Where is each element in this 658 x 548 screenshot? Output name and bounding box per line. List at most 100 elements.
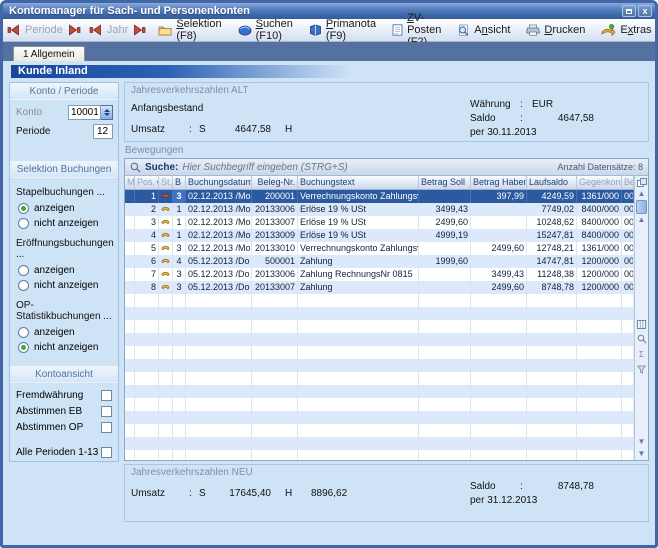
checkbox-row[interactable]: Abstimmen EB [10,406,118,417]
sum-icon[interactable]: Σ [635,348,648,360]
empty-table-row[interactable] [125,437,634,450]
batch-stack-icon [159,190,173,203]
filter-icon[interactable] [635,363,648,375]
cell-buchungstext: Zahlung [298,255,419,268]
radio-option[interactable]: nicht anzeigen [18,342,113,353]
ansicht-button[interactable]: Ansicht [453,22,514,39]
tab-allgemein[interactable]: 1 Allgemein [13,46,85,61]
cell-beleg-nr: 20133007 [252,281,298,294]
empty-table-row[interactable] [125,385,634,398]
empty-table-row[interactable] [125,359,634,372]
empty-table-row[interactable] [125,424,634,437]
column-chooser-icon[interactable] [635,176,648,188]
empty-table-row[interactable] [125,333,634,346]
search-bar[interactable]: Suche: Hier Suchbegriff eingeben (STRG+S… [125,159,648,176]
checkbox-icon[interactable] [101,447,112,458]
checkbox-row[interactable]: Fremdwährung [10,390,118,401]
radio-icon[interactable] [18,280,29,291]
magnifier-icon[interactable] [635,333,648,345]
col-header-st[interactable]: St. [159,176,173,189]
col-header-beleg-nr[interactable]: Beleg-Nr. [252,176,298,189]
empty-table-row[interactable] [125,307,634,320]
radio-icon[interactable] [18,265,29,276]
col-header-gegenkonto[interactable]: Gegenkonto [577,176,622,189]
table-row[interactable]: 6405.12.2013 /Do500001Zahlung1999,601474… [125,255,634,268]
cell-empty [173,398,186,411]
radio-icon[interactable] [18,218,29,229]
checkbox-icon[interactable] [101,390,112,401]
table-row[interactable]: 1302.12.2013 /Mo200001Verrechnungskonto … [125,190,634,203]
table-row[interactable]: 5302.12.2013 /Mo20133010Verrechnungskont… [125,242,634,255]
radio-icon[interactable] [18,203,29,214]
jahr-next-button[interactable] [133,22,146,38]
radio-option[interactable]: anzeigen [18,327,113,338]
periode-prev-button[interactable] [7,22,20,38]
table-row[interactable]: 7305.12.2013 /Do20133006Zahlung Rechnung… [125,268,634,281]
periode-next-button[interactable] [68,22,81,38]
checkbox-icon[interactable] [101,406,112,417]
cell-b: 3 [173,281,186,294]
close-icon[interactable]: x [638,5,652,17]
checkbox-icon[interactable] [101,422,112,433]
umsatz-label: Umsatz [131,488,189,499]
konto-spinner[interactable] [101,105,113,120]
empty-table-row[interactable] [125,398,634,411]
cell-empty [252,424,298,437]
col-header-pos[interactable]: Pos.▼ [135,176,159,189]
col-header-m[interactable]: M [125,176,135,189]
radio-option[interactable]: nicht anzeigen [18,280,113,291]
radio-icon[interactable] [18,327,29,338]
empty-table-row[interactable] [125,450,634,460]
cell-empty [252,398,298,411]
empty-table-row[interactable] [125,320,634,333]
primanota-label: Primanota (F9) [326,18,376,42]
suchen-button[interactable]: Suchen (F10) [234,16,297,44]
table-row[interactable]: 8305.12.2013 /Do20133007Zahlung2499,6087… [125,281,634,294]
konto-input[interactable] [68,105,101,120]
scroll-up-page-icon[interactable]: ▲ [635,214,648,226]
selektion-button[interactable]: Selektion (F8) [154,16,225,44]
checkbox-row[interactable]: Alle Perioden 1-13 [10,447,118,458]
cell-betrag-soll: 1999,60 [419,255,471,268]
checkbox-row[interactable]: Abstimmen OP [10,422,118,433]
cell-empty [125,424,135,437]
col-header-betrag-haben[interactable]: Betrag Haben [471,176,527,189]
col-header-buchungstext[interactable]: Buchungstext [298,176,419,189]
extras-button[interactable]: Extras [597,22,655,38]
periode-input[interactable] [93,124,113,139]
empty-table-row[interactable] [125,372,634,385]
radio-group-label: OP-Statistikbuchungen ... [16,300,113,322]
radio-option[interactable]: nicht anzeigen [18,218,113,229]
cell-b: 4 [173,255,186,268]
table-row[interactable]: 3102.12.2013 /Mo20133007Erlöse 19 % USt2… [125,216,634,229]
col-header-b[interactable]: B [173,176,186,189]
empty-table-row[interactable] [125,411,634,424]
cell-be: 000 [622,268,634,281]
jahr-prev-button[interactable] [89,22,102,38]
table-row[interactable]: 2102.12.2013 /Mo20133006Erlöse 19 % USt3… [125,203,634,216]
radio-option[interactable]: anzeigen [18,265,113,276]
scroll-down-page-icon[interactable]: ▼ [635,436,648,448]
cell-empty [298,411,419,424]
table-row[interactable]: 4102.12.2013 /Mo20133009Erlöse 19 % USt4… [125,229,634,242]
radio-option[interactable]: anzeigen [18,203,113,214]
scroll-up-icon[interactable]: ▲ [635,188,648,200]
primanota-button[interactable]: Primanota (F9) [305,16,380,44]
col-header-be[interactable]: Be [622,176,634,189]
col-header-buchungsdatum[interactable]: Buchungsdatum [186,176,252,189]
radio-icon[interactable] [18,342,29,353]
col-header-betrag-soll[interactable]: Betrag Soll [419,176,471,189]
empty-table-row[interactable] [125,346,634,359]
cell-empty [622,333,634,346]
radio-group: OP-Statistikbuchungen ... anzeigen nicht a… [10,300,118,353]
scrollbar-thumb[interactable] [636,200,647,214]
cell-empty [159,424,173,437]
empty-table-row[interactable] [125,294,634,307]
cell-betrag-haben [471,229,527,242]
col-header-laufsaldo[interactable]: Laufsaldo [527,176,577,189]
scroll-down-icon[interactable]: ▼ [635,448,648,460]
cell-empty [135,437,159,450]
restore-icon[interactable] [622,5,636,17]
drucken-button[interactable]: Drucken [522,22,589,38]
columns-icon[interactable] [635,318,648,330]
